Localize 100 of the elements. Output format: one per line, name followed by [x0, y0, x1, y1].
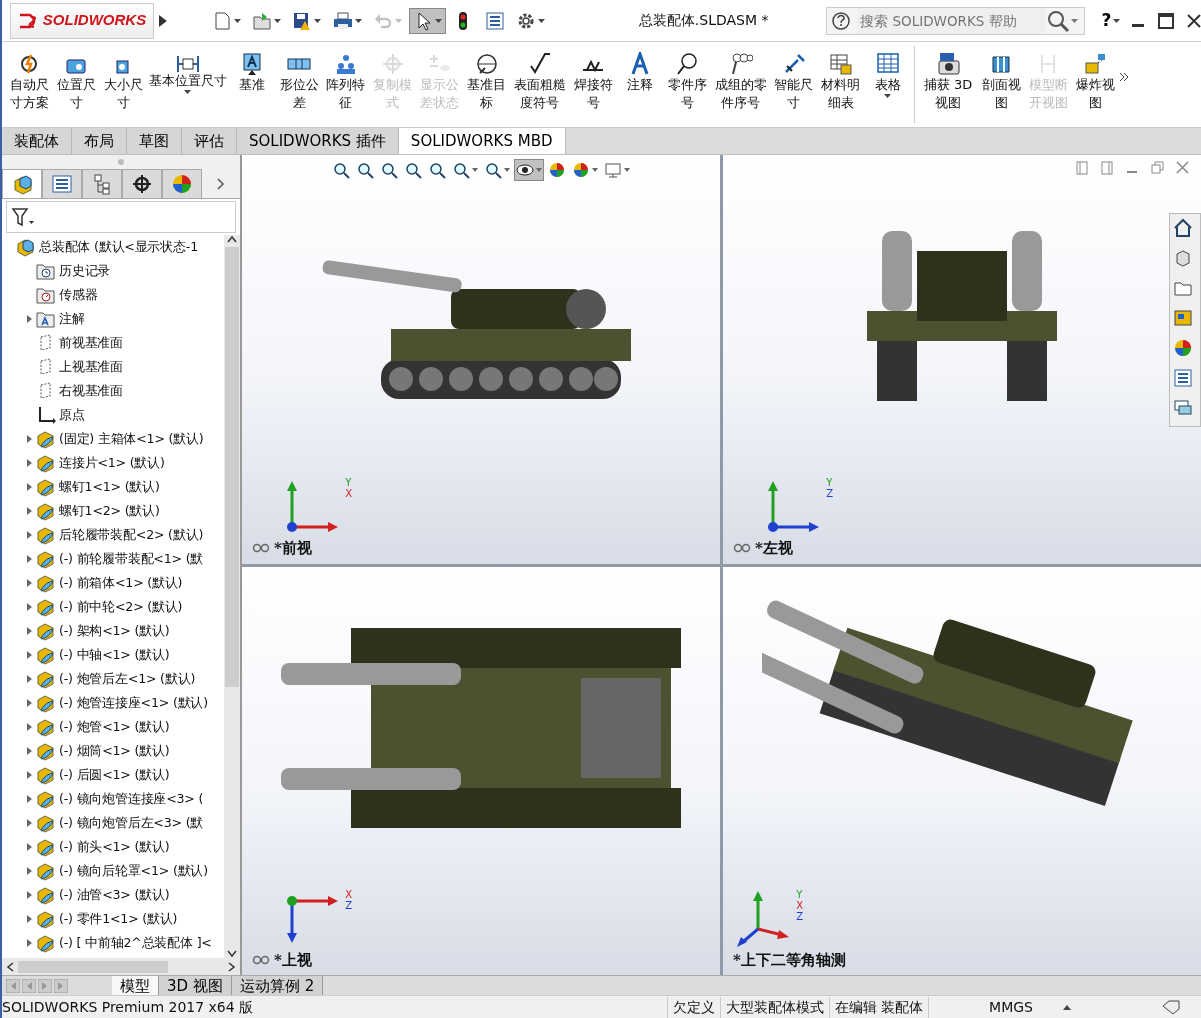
- help-button[interactable]: ?: [1097, 4, 1125, 37]
- caret-up-icon[interactable]: [1063, 1004, 1071, 1010]
- tree-item[interactable]: (-) 中轴<1> (默认): [59, 645, 170, 665]
- expand-arrow-icon[interactable]: [26, 435, 32, 443]
- maximize-icon[interactable]: [1158, 12, 1174, 29]
- expand-arrow-icon[interactable]: [26, 315, 32, 323]
- ribbon-button[interactable]: 智能尺寸: [770, 52, 818, 112]
- expand-arrow-icon[interactable]: [26, 507, 32, 515]
- viewport[interactable]: X Z *上视: [242, 566, 720, 975]
- expand-arrow-icon[interactable]: [26, 483, 32, 491]
- expand-arrow-icon[interactable]: [26, 579, 32, 587]
- tree-item[interactable]: (-) 炮管后左<1> (默认): [59, 669, 196, 689]
- command-tab[interactable]: 布局: [72, 128, 127, 154]
- ribbon-button[interactable]: 阵列特征: [322, 52, 370, 112]
- search-icon[interactable]: [1045, 8, 1072, 33]
- expand-arrow-icon[interactable]: [26, 843, 32, 851]
- expand-arrow-icon[interactable]: [26, 819, 32, 827]
- ribbon-button[interactable]: 爆炸视图: [1071, 52, 1119, 112]
- tree-item[interactable]: (-) 零件1<1> (默认): [59, 909, 178, 929]
- more-chevron-icon[interactable]: [1118, 72, 1129, 82]
- ribbon-button[interactable]: 成组的零件序号: [710, 52, 771, 112]
- tile-left-icon[interactable]: [1076, 161, 1089, 175]
- ribbon-button[interactable]: 形位公差: [275, 52, 323, 112]
- expand-arrow-icon[interactable]: [26, 939, 32, 947]
- expand-arrow-icon[interactable]: [26, 675, 32, 683]
- panel-tab[interactable]: [122, 169, 162, 198]
- expand-arrow-icon[interactable]: [158, 13, 168, 28]
- ribbon-button[interactable]: 焊接符号: [569, 52, 617, 112]
- tree-item[interactable]: 总装配体 (默认<显示状态-1: [39, 237, 199, 257]
- scrollbar[interactable]: [224, 235, 240, 958]
- tree-item[interactable]: (-) 烟筒<1> (默认): [59, 741, 170, 761]
- expand-arrow-icon[interactable]: [26, 531, 32, 539]
- tree-item[interactable]: 原点: [59, 405, 85, 425]
- expand-arrow-icon[interactable]: [26, 459, 32, 467]
- expand-arrow-icon[interactable]: [26, 603, 32, 611]
- close-icon[interactable]: [1187, 13, 1201, 28]
- tree-item[interactable]: 右视基准面: [59, 381, 123, 401]
- ribbon-button[interactable]: 零件序号: [663, 52, 711, 112]
- glasses-icon[interactable]: [733, 543, 751, 554]
- tile-right-icon[interactable]: [1101, 161, 1114, 175]
- tree-item[interactable]: 后轮履带装配<2> (默认): [59, 525, 204, 545]
- tree-item[interactable]: (-) 架构<1> (默认): [59, 621, 170, 641]
- tree-item[interactable]: 历史记录: [59, 261, 111, 281]
- view-toolbar-button[interactable]: [514, 159, 544, 181]
- tree-item[interactable]: (-) 油管<3> (默认): [59, 885, 170, 905]
- ribbon-button[interactable]: 捕获 3D 视图: [918, 52, 979, 112]
- expand-arrow-icon[interactable]: [26, 771, 32, 779]
- tree-item[interactable]: 连接片<1> (默认): [59, 453, 165, 473]
- glasses-icon[interactable]: [252, 543, 270, 554]
- command-tab[interactable]: 草图: [127, 128, 182, 154]
- search-field[interactable]: 搜索 SOLIDWORKS 帮助: [826, 6, 1085, 35]
- toolbar-button[interactable]: [409, 7, 447, 34]
- tree-item[interactable]: 螺钉1<2> (默认): [59, 501, 160, 521]
- viewport[interactable]: Y X Z *上下二等角轴测: [723, 566, 1201, 975]
- expand-arrow-icon[interactable]: [26, 627, 32, 635]
- expand-arrow-icon[interactable]: [26, 651, 32, 659]
- expand-arrow-icon[interactable]: [26, 747, 32, 755]
- expand-arrow-icon[interactable]: [26, 891, 32, 899]
- chevron-right-icon[interactable]: [217, 177, 225, 190]
- tree-item[interactable]: 前视基准面: [59, 333, 123, 353]
- tag-icon[interactable]: [1161, 1000, 1181, 1014]
- tree-item[interactable]: (-) 炮管连接座<1> (默认): [59, 693, 208, 713]
- document-tab[interactable]: 3D 视图: [159, 976, 232, 995]
- expand-arrow-icon[interactable]: [26, 699, 32, 707]
- tree-item[interactable]: (-) [ 中前轴2^总装配体 ]<: [59, 933, 212, 953]
- tree-item[interactable]: (-) 镜向炮管连接座<3> (: [59, 789, 204, 809]
- panel-grip-icon[interactable]: [117, 158, 125, 166]
- viewport[interactable]: Y X *前视: [242, 155, 720, 564]
- ribbon-button[interactable]: 注释: [616, 52, 664, 94]
- expand-arrow-icon[interactable]: [26, 915, 32, 923]
- filter-icon[interactable]: [11, 207, 35, 227]
- viewport[interactable]: Y Z *左视: [723, 155, 1201, 564]
- tree-item[interactable]: (-) 炮管<1> (默认): [59, 717, 170, 737]
- document-tab[interactable]: 运动算例 2: [231, 976, 324, 995]
- tree-item[interactable]: (-) 前箱体<1> (默认): [59, 573, 183, 593]
- ribbon-button[interactable]: 剖面视图: [978, 52, 1025, 112]
- scrollbar[interactable]: [2, 958, 240, 975]
- tree-item[interactable]: (-) 镜向后轮罩<1> (默认): [59, 861, 208, 881]
- glasses-icon[interactable]: [252, 954, 270, 965]
- expand-arrow-icon[interactable]: [26, 555, 32, 563]
- tree-item[interactable]: 注解: [59, 309, 85, 329]
- panel-tab[interactable]: [2, 169, 42, 198]
- ribbon-button[interactable]: 大小尺寸: [99, 52, 147, 112]
- command-tab[interactable]: 评估: [182, 128, 237, 154]
- expand-arrow-icon[interactable]: [26, 723, 32, 731]
- tree-item[interactable]: (-) 前中轮<2> (默认): [59, 597, 183, 617]
- ribbon-button[interactable]: 位置尺寸: [52, 52, 100, 112]
- tree-item[interactable]: 传感器: [59, 285, 98, 305]
- tree-item[interactable]: 上视基准面: [59, 357, 123, 377]
- document-tab[interactable]: 模型: [112, 976, 159, 995]
- ribbon-button[interactable]: 基准: [228, 52, 276, 94]
- tree-item[interactable]: 螺钉1<1> (默认): [59, 477, 160, 497]
- command-tab[interactable]: SOLIDWORKS MBD: [398, 128, 566, 154]
- command-tab[interactable]: SOLIDWORKS 插件: [237, 128, 399, 154]
- command-tab[interactable]: 装配体: [2, 128, 72, 154]
- ribbon-button[interactable]: 自动尺寸方案: [6, 52, 53, 112]
- tree-item[interactable]: (固定) 主箱体<1> (默认): [59, 429, 204, 449]
- panel-tab[interactable]: [42, 169, 82, 198]
- ribbon-button[interactable]: 基准目标: [463, 52, 510, 112]
- expand-arrow-icon[interactable]: [26, 795, 32, 803]
